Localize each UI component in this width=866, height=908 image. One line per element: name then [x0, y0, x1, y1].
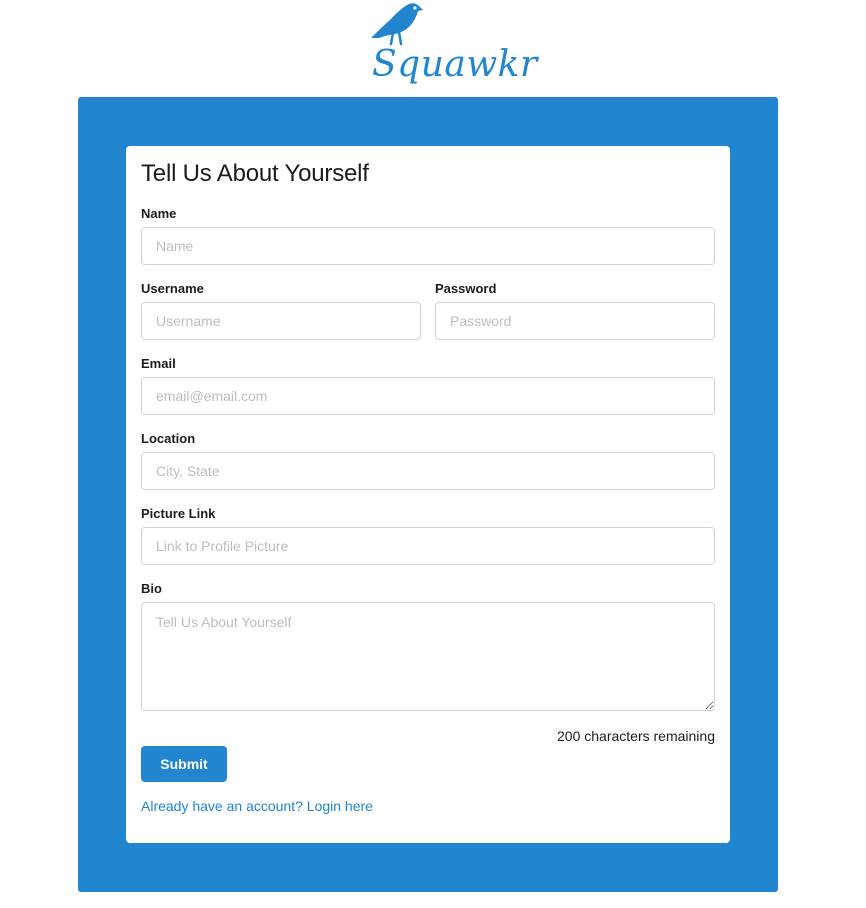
login-link[interactable]: Already have an account? Login here — [141, 798, 373, 814]
form-title: Tell Us About Yourself — [141, 160, 369, 187]
brand-name: Squawkr — [372, 44, 538, 85]
bio-label: Bio — [141, 581, 162, 596]
name-input[interactable] — [141, 227, 715, 265]
username-input[interactable] — [141, 302, 421, 340]
signup-page: Squawkr Tell Us About Yourself Name User… — [0, 0, 866, 908]
bird-icon — [371, 3, 423, 46]
signup-card: Tell Us About Yourself Name Username Pas… — [126, 146, 730, 843]
location-label: Location — [141, 431, 196, 446]
name-label: Name — [141, 206, 177, 221]
location-input[interactable] — [141, 452, 715, 490]
brand-logo: Squawkr — [0, 0, 866, 97]
picture-link-input[interactable] — [141, 527, 715, 565]
characters-remaining: 200 characters remaining — [557, 728, 715, 744]
password-input[interactable] — [435, 302, 715, 340]
email-input[interactable] — [141, 377, 715, 415]
submit-button[interactable]: Submit — [141, 746, 227, 782]
picture-link-label: Picture Link — [141, 506, 216, 521]
email-label: Email — [141, 356, 176, 371]
username-label: Username — [141, 281, 204, 296]
bio-textarea[interactable] — [141, 602, 715, 711]
password-label: Password — [435, 281, 497, 296]
